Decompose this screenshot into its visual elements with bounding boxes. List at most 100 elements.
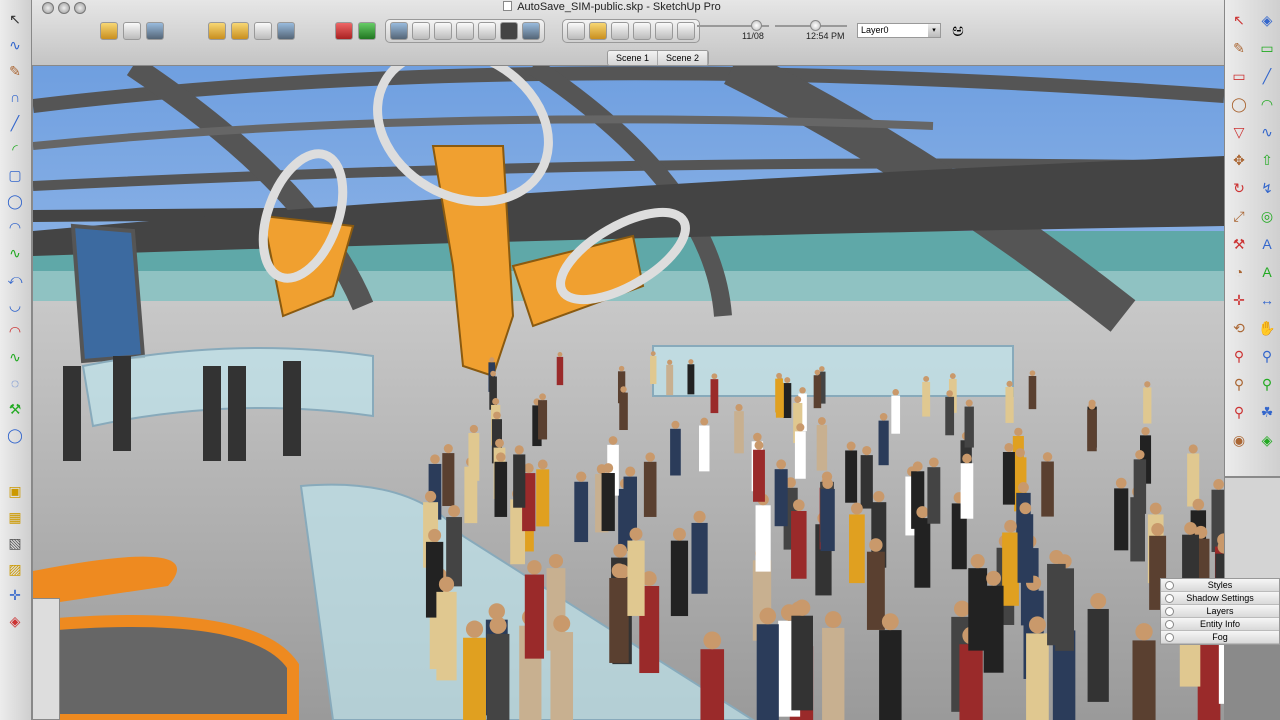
toolbar-undo xyxy=(335,19,376,43)
axes-icon[interactable]: ✛ xyxy=(1229,290,1249,310)
person xyxy=(878,412,889,466)
person xyxy=(983,570,1004,673)
eraser-icon[interactable] xyxy=(254,22,272,40)
front-view-icon[interactable] xyxy=(434,22,452,40)
rectangle-icon[interactable]: ▭ xyxy=(1229,66,1249,86)
arc-2-icon[interactable]: ◜ xyxy=(6,140,24,158)
component-icon[interactable]: ◈ xyxy=(1257,10,1277,30)
arc-icon[interactable]: ◠ xyxy=(1257,94,1277,114)
select-icon[interactable]: ↖ xyxy=(6,10,24,28)
make-component-icon[interactable] xyxy=(208,22,226,40)
rotate-icon[interactable]: ↻ xyxy=(1229,178,1249,198)
axes-icon[interactable]: ✛ xyxy=(6,586,24,604)
zoom-window-icon[interactable]: ⚲ xyxy=(1257,346,1277,366)
bottom-view-icon[interactable] xyxy=(522,22,540,40)
paint-icon[interactable] xyxy=(231,22,249,40)
walk-icon[interactable]: ☘ xyxy=(1257,402,1277,422)
scale-icon[interactable]: ⤢ xyxy=(1229,206,1249,226)
back-view-icon[interactable] xyxy=(478,22,496,40)
tape-measure-icon[interactable]: ⚒ xyxy=(6,400,24,418)
cube-3-icon[interactable]: ▨ xyxy=(6,560,24,578)
freehand-icon[interactable]: ∿ xyxy=(6,36,24,54)
cube-icon[interactable]: ▦ xyxy=(6,508,24,526)
iso-view-icon[interactable] xyxy=(390,22,408,40)
left-view-icon[interactable] xyxy=(500,22,518,40)
layer-select[interactable]: Layer0 ▾ xyxy=(857,23,941,38)
push-pull-icon[interactable]: ▣ xyxy=(6,482,24,500)
freehand-3-icon[interactable]: ∿ xyxy=(6,348,24,366)
zoom-extents-icon[interactable]: ⚲ xyxy=(1229,374,1249,394)
arc-icon[interactable]: ∩ xyxy=(6,88,24,106)
arc-5-icon[interactable]: ◡ xyxy=(6,296,24,314)
arc-6-icon[interactable]: ◠ xyxy=(6,322,24,340)
shaded-texture-icon[interactable] xyxy=(655,22,673,40)
section-plane-icon[interactable]: ◈ xyxy=(1257,430,1277,450)
shaded-icon[interactable] xyxy=(633,22,651,40)
3d-viewport[interactable] xyxy=(33,66,1224,720)
shadow-time-slider[interactable] xyxy=(775,20,847,31)
tray-styles[interactable]: Styles xyxy=(1161,579,1279,592)
circle-2-icon[interactable]: ◯ xyxy=(6,426,24,444)
tray-entity-info[interactable]: Entity Info xyxy=(1161,618,1279,631)
3d-text-icon[interactable]: A xyxy=(1257,262,1277,282)
text-icon[interactable]: A xyxy=(1257,234,1277,254)
tray-fog[interactable]: Fog xyxy=(1161,631,1279,644)
rectangle-icon[interactable]: ▢ xyxy=(6,166,24,184)
radio-icon xyxy=(1165,620,1174,629)
select-icon[interactable]: ↖ xyxy=(1229,10,1249,30)
offset-icon[interactable]: ◎ xyxy=(1257,206,1277,226)
paint-icon[interactable]: ✎ xyxy=(1229,38,1249,58)
wireframe-icon[interactable] xyxy=(589,22,607,40)
top-view-icon[interactable] xyxy=(412,22,430,40)
tray-shadow-settings[interactable]: Shadow Settings xyxy=(1161,592,1279,605)
line-icon[interactable]: ╱ xyxy=(1257,66,1277,86)
freehand-icon[interactable]: ∿ xyxy=(1257,122,1277,142)
date-knob[interactable] xyxy=(751,20,762,31)
polygon-icon[interactable]: ▽ xyxy=(1229,122,1249,142)
camera-icon[interactable] xyxy=(277,22,295,40)
line-icon[interactable]: ╱ xyxy=(6,114,24,132)
offset-icon[interactable]: ◌ xyxy=(6,374,24,392)
new-icon[interactable] xyxy=(100,22,118,40)
tab-scene-2[interactable]: Scene 2 xyxy=(658,51,709,65)
orbit-icon[interactable]: ⟲ xyxy=(1229,318,1249,338)
previous-icon[interactable]: ⚲ xyxy=(1257,374,1277,394)
freehand-2-icon[interactable]: ∿ xyxy=(6,244,24,262)
tape-measure-icon[interactable]: ⚒ xyxy=(1229,234,1249,254)
document-icon xyxy=(503,1,513,11)
redo-icon[interactable] xyxy=(358,22,376,40)
hidden-line-icon[interactable] xyxy=(611,22,629,40)
arc-4-icon[interactable]: ⤺ xyxy=(6,270,24,288)
zoom-icon[interactable]: ⚲ xyxy=(1229,346,1249,366)
cube-2-icon[interactable]: ▧ xyxy=(6,534,24,552)
push-pull-icon[interactable]: ⇧ xyxy=(1257,150,1277,170)
person xyxy=(813,369,822,409)
open-icon[interactable] xyxy=(123,22,141,40)
person xyxy=(1133,449,1147,514)
shadow-date-slider[interactable] xyxy=(697,20,769,31)
dimension-icon[interactable]: ↔ xyxy=(1257,290,1277,310)
look-around-icon[interactable]: ◉ xyxy=(1229,430,1249,450)
layer-manager-icon[interactable]: ಅ xyxy=(952,20,964,41)
tray-layers[interactable]: Layers xyxy=(1161,605,1279,618)
right-view-icon[interactable] xyxy=(456,22,474,40)
pan-icon[interactable]: ✋ xyxy=(1257,318,1277,338)
tab-scene-1[interactable]: Scene 1 xyxy=(608,51,659,65)
save-icon[interactable] xyxy=(146,22,164,40)
arc-3-icon[interactable]: ◠ xyxy=(6,218,24,236)
move-icon[interactable]: ✥ xyxy=(1229,150,1249,170)
circle-icon[interactable]: ◯ xyxy=(1229,94,1249,114)
person xyxy=(442,444,455,507)
circle-icon[interactable]: ◯ xyxy=(6,192,24,210)
time-knob[interactable] xyxy=(810,20,821,31)
person xyxy=(574,471,589,543)
section-icon[interactable]: ◈ xyxy=(6,612,24,630)
position-camera-icon[interactable]: ⚲ xyxy=(1229,402,1249,422)
undo-icon[interactable] xyxy=(335,22,353,40)
paint-icon[interactable]: ✎ xyxy=(6,62,24,80)
eraser-icon[interactable]: ▭ xyxy=(1257,38,1277,58)
xray-icon[interactable] xyxy=(567,22,585,40)
protractor-icon[interactable]: ◔ xyxy=(1229,262,1249,282)
follow-me-icon[interactable]: ↯ xyxy=(1257,178,1277,198)
monochrome-icon[interactable] xyxy=(677,22,695,40)
